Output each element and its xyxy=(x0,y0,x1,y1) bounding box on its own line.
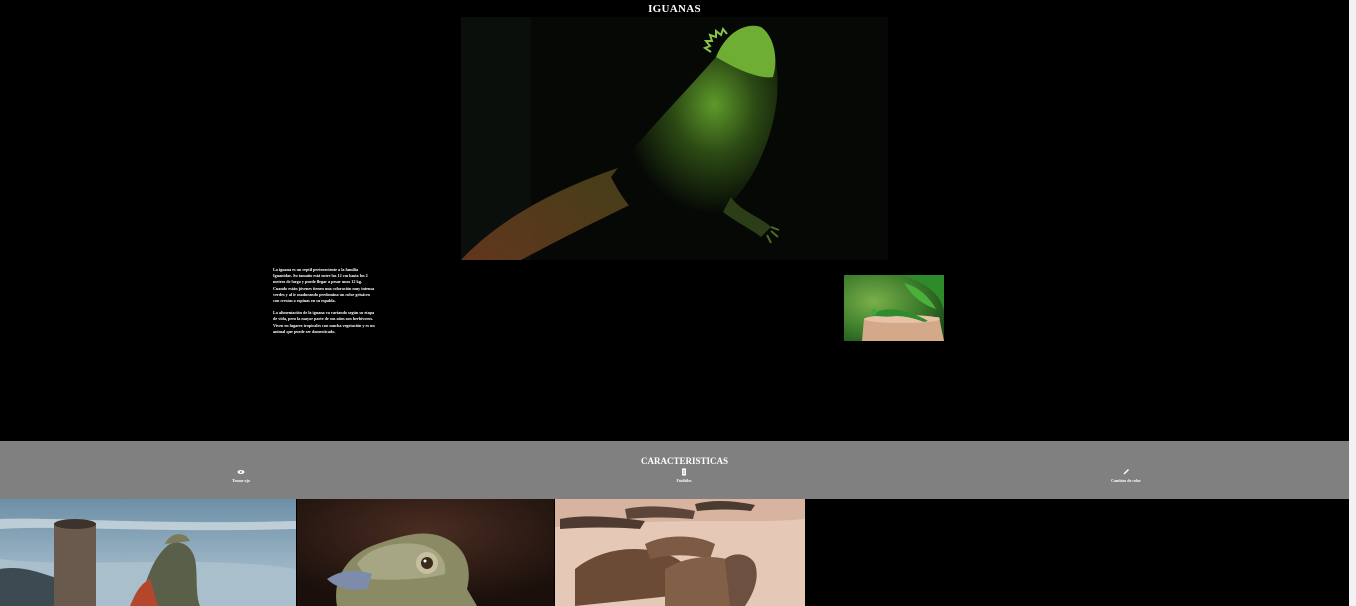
description-text: La iguana es un reptil perteneciente a l… xyxy=(273,267,375,341)
feature-label-color: Cambios de color xyxy=(1111,478,1141,483)
feature-fossil[interactable]: Fósiltiles xyxy=(664,468,704,483)
feature-label-eye: Tomar ojo xyxy=(232,478,250,483)
hero-image xyxy=(461,17,888,260)
gallery-image-iguana-head xyxy=(297,499,554,606)
document-icon xyxy=(682,468,686,476)
features-title: CARACTERISTICAS xyxy=(640,456,729,466)
description-paragraph-2: La alimentación de la iguana va variando… xyxy=(273,310,375,334)
vertical-scrollbar[interactable] xyxy=(1349,0,1356,606)
page-title: IGUANAS xyxy=(648,3,701,15)
feature-eye[interactable]: Tomar ojo xyxy=(221,468,261,483)
page: IGUANAS La iguana es un reptil perteneci… xyxy=(0,0,1356,606)
features-section: CARACTERISTICAS Tomar ojo Fósiltiles Cam… xyxy=(0,441,1349,499)
gallery-image-marine-iguanas xyxy=(555,499,805,606)
gallery-image-beach-iguana xyxy=(0,499,296,606)
feature-color[interactable]: Cambios de color xyxy=(1100,468,1152,483)
pencil-icon xyxy=(1123,469,1129,475)
feature-label-fossil: Fósiltiles xyxy=(676,478,692,483)
thumbnail-image xyxy=(844,275,944,341)
eye-icon xyxy=(237,470,245,474)
description-paragraph-1: La iguana es un reptil perteneciente a l… xyxy=(273,267,375,304)
